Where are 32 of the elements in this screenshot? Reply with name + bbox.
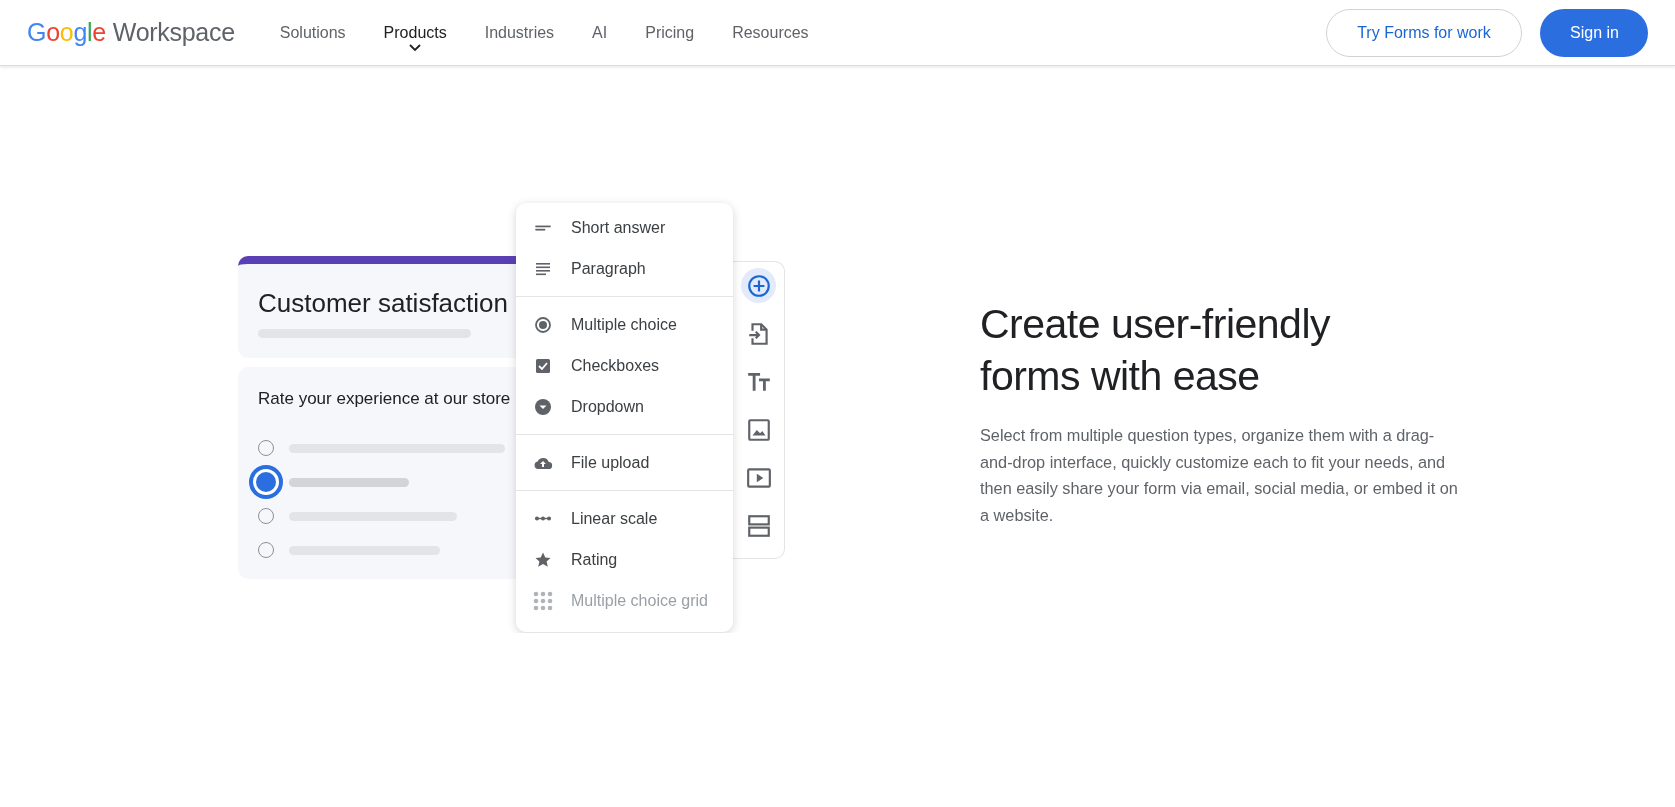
nav-link[interactable]: Pricing [626, 0, 714, 66]
menu-item[interactable]: Checkboxes [516, 345, 733, 386]
menu-item[interactable]: File upload [516, 442, 733, 483]
section-icon [745, 512, 772, 539]
image-icon [745, 416, 772, 443]
radio-icon [533, 314, 553, 335]
menu-item[interactable]: Dropdown [516, 386, 733, 427]
hero-heading: Create user-friendly forms with ease [980, 300, 1332, 401]
dropdown-icon [533, 396, 553, 417]
nav-link[interactable]: Solutions [260, 0, 365, 66]
menu-item[interactable]: Short answer [516, 207, 733, 248]
hero-description: Select from multiple question types, organize them with a drag-and-drop interface, quickly customize each to fit your needs, and then easily share your form via email, social media, or embed it on a website. [980, 425, 1459, 526]
nav-link[interactable]: Industries [465, 0, 574, 66]
logo[interactable]: Google Workspace [27, 18, 235, 47]
add-icon [745, 272, 772, 299]
question-text: Rate your experience at our store [258, 389, 512, 409]
toolbar-button[interactable] [741, 268, 776, 303]
form-title: Customer satisfaction [258, 288, 509, 319]
short-text-icon [535, 224, 551, 231]
menu-item[interactable]: Rating [516, 539, 733, 580]
menu-item[interactable]: Linear scale [516, 498, 733, 539]
chevron-down-icon [409, 43, 422, 52]
menu-item[interactable]: Multiple choice [516, 304, 733, 345]
radio-button[interactable] [249, 465, 283, 499]
menu-item[interactable]: Paragraph [516, 248, 733, 289]
nav-link[interactable]: AI [573, 0, 627, 66]
try-button[interactable]: Try Forms for work [1326, 8, 1522, 57]
sign-in-button[interactable]: Sign in [1540, 8, 1648, 57]
nav-link[interactable]: Resources [713, 0, 828, 66]
dot-grid-icon [533, 590, 553, 611]
nav-link[interactable]: Products [364, 0, 466, 66]
linear-scale-icon [534, 516, 552, 521]
